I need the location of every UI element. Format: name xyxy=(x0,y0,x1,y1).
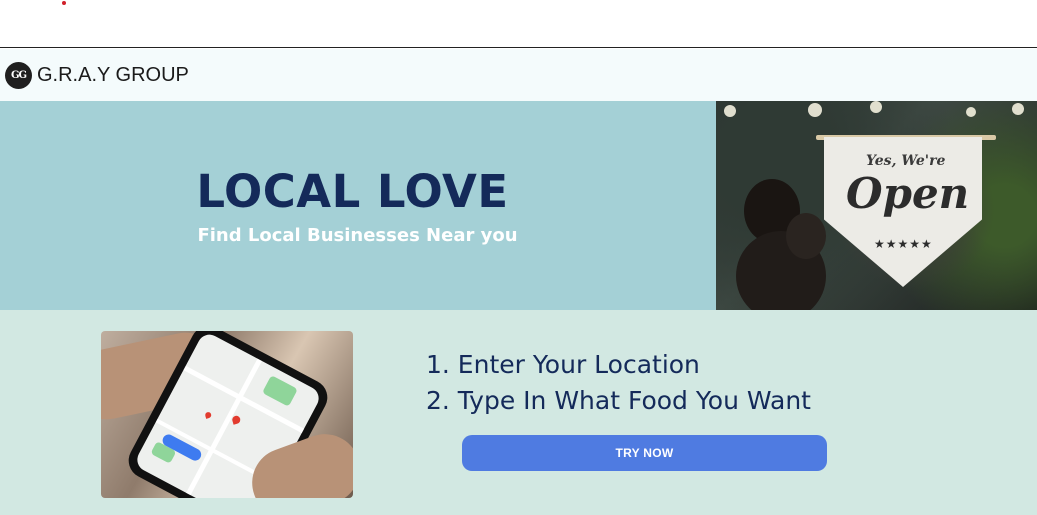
hero-title: LOCAL LOVE xyxy=(196,165,509,218)
navbar: GG G.R.A.Y GROUP xyxy=(0,49,1037,101)
map-park xyxy=(262,375,298,407)
map-pin-icon xyxy=(204,411,212,419)
try-now-button[interactable]: TRY NOW xyxy=(462,435,827,471)
step-enter-location: 1. Enter Your Location xyxy=(426,350,700,379)
bokeh-light xyxy=(966,107,976,117)
sign-small-text: Yes, We're xyxy=(866,153,946,169)
map-pin-icon xyxy=(231,414,242,425)
open-sign-photo: Yes, We're Open ★★★★★ xyxy=(716,101,1037,310)
red-dot-mark xyxy=(62,1,66,5)
phone-map-photo xyxy=(101,331,353,498)
brand-name[interactable]: G.R.A.Y GROUP xyxy=(37,64,189,87)
sign-big-text: Open xyxy=(846,169,970,218)
top-strip xyxy=(0,0,1037,48)
bokeh-light xyxy=(1012,103,1024,115)
map-road xyxy=(182,358,262,498)
bokeh-light xyxy=(808,103,822,117)
hero-subtitle: Find Local Businesses Near you xyxy=(197,225,518,246)
bokeh-light xyxy=(724,105,736,117)
logo-badge[interactable]: GG xyxy=(5,61,32,89)
person-silhouette xyxy=(786,213,826,259)
hero-banner: LOCAL LOVE Find Local Businesses Near yo… xyxy=(0,101,1037,310)
step-type-food: 2. Type In What Food You Want xyxy=(426,386,811,415)
bokeh-light xyxy=(870,101,882,113)
steps-section: 1. Enter Your Location 2. Type In What F… xyxy=(0,310,1037,515)
sign-stars: ★★★★★ xyxy=(874,237,933,251)
